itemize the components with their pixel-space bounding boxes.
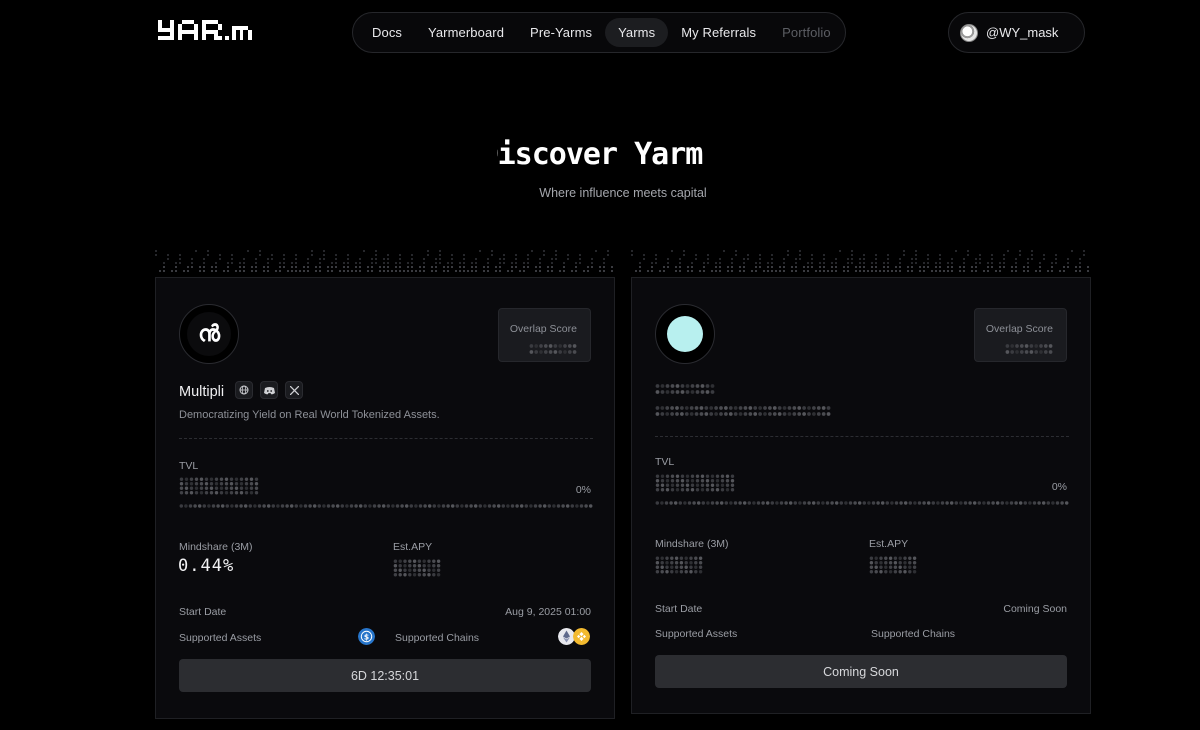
- nav-docs[interactable]: Docs: [359, 18, 415, 47]
- nav-pre-yarms[interactable]: Pre-Yarms: [517, 18, 605, 47]
- svg-text:Discover Yarms: Discover Yarms: [497, 137, 703, 171]
- x-icon[interactable]: [285, 381, 303, 399]
- yarm-card-multipli[interactable]: ൻ Overlap Score Multipli Democratizing Y…: [155, 277, 615, 719]
- globe-icon[interactable]: [235, 381, 253, 399]
- project-description: Democratizing Yield on Real World Tokeni…: [179, 409, 440, 421]
- masked-value: [1005, 344, 1053, 354]
- page-title-text: Discover Yarms: [497, 137, 703, 171]
- discord-icon[interactable]: [260, 381, 278, 399]
- masked-description: [655, 406, 831, 416]
- masked-value: [529, 344, 577, 354]
- nav-yarms[interactable]: Yarms: [605, 18, 669, 47]
- mindshare-label: Mindshare (3M): [179, 541, 253, 553]
- masked-project-name: [655, 384, 715, 394]
- nav-yarmerboard[interactable]: Yarmerboard: [415, 18, 517, 47]
- nav-my-referrals[interactable]: My Referrals: [668, 18, 769, 47]
- est-apy-masked-value: [393, 559, 441, 577]
- user-handle: @WY_mask: [986, 25, 1059, 40]
- project-logo: ൻ: [179, 304, 239, 364]
- project-logo: [655, 304, 715, 364]
- est-apy-label: Est.APY: [393, 541, 433, 553]
- start-date-value: Aug 9, 2025 01:00: [505, 606, 591, 618]
- countdown-button[interactable]: 6D 12:35:01: [179, 659, 591, 692]
- avatar: [960, 23, 978, 42]
- coming-soon-button[interactable]: Coming Soon: [655, 655, 1067, 688]
- project-logo-placeholder: [667, 316, 703, 352]
- start-date-label: Start Date: [179, 606, 227, 618]
- usdc-icon: $: [358, 628, 375, 645]
- bnb-icon: [573, 628, 590, 645]
- svg-text:$: $: [364, 632, 369, 641]
- yarm-card-upcoming[interactable]: Overlap Score TVL 0% Mindshare (3M) Est.…: [631, 277, 1091, 714]
- supported-chains-label: Supported Chains: [871, 628, 956, 640]
- start-date-value: Coming Soon: [1003, 603, 1067, 615]
- decorative-dots-left: [155, 250, 613, 272]
- tvl-label: TVL: [655, 456, 675, 468]
- divider: [179, 438, 593, 439]
- supported-assets-label: Supported Assets: [179, 632, 262, 644]
- decorative-dots-right: [631, 250, 1089, 272]
- supported-chains-label: Supported Chains: [395, 632, 480, 644]
- project-name: Multipli: [179, 384, 225, 400]
- main-nav: Docs Yarmerboard Pre-Yarms Yarms My Refe…: [352, 12, 846, 53]
- tvl-progress-bar: [655, 501, 1069, 505]
- tvl-masked-value: [655, 474, 735, 492]
- est-apy-masked-value: [869, 556, 917, 574]
- divider: [655, 436, 1069, 437]
- yarm-logo[interactable]: [158, 20, 252, 44]
- overlap-score-label: Overlap Score: [509, 323, 577, 335]
- tvl-label: TVL: [179, 460, 199, 472]
- est-apy-label: Est.APY: [869, 538, 909, 550]
- overlap-score: Overlap Score: [498, 308, 591, 362]
- mindshare-masked-value: [655, 556, 703, 574]
- multipli-logo-icon: ൻ: [198, 321, 220, 347]
- mindshare-label: Mindshare (3M): [655, 538, 729, 550]
- tvl-percent: 0%: [1051, 481, 1067, 493]
- user-account-button[interactable]: @WY_mask: [948, 12, 1085, 53]
- start-date-label: Start Date: [655, 603, 703, 615]
- supported-assets-label: Supported Assets: [655, 628, 738, 640]
- overlap-score-label: Overlap Score: [985, 323, 1053, 335]
- tvl-progress-bar: [179, 504, 593, 508]
- page-title: Discover Yarms: [0, 135, 1200, 171]
- overlap-score: Overlap Score: [974, 308, 1067, 362]
- tvl-percent: 0%: [575, 484, 591, 496]
- mindshare-value: 0.44%: [178, 556, 235, 576]
- page-subtitle: Where influence meets capital: [539, 186, 707, 200]
- tvl-masked-value: [179, 477, 259, 495]
- nav-portfolio[interactable]: Portfolio: [769, 18, 844, 47]
